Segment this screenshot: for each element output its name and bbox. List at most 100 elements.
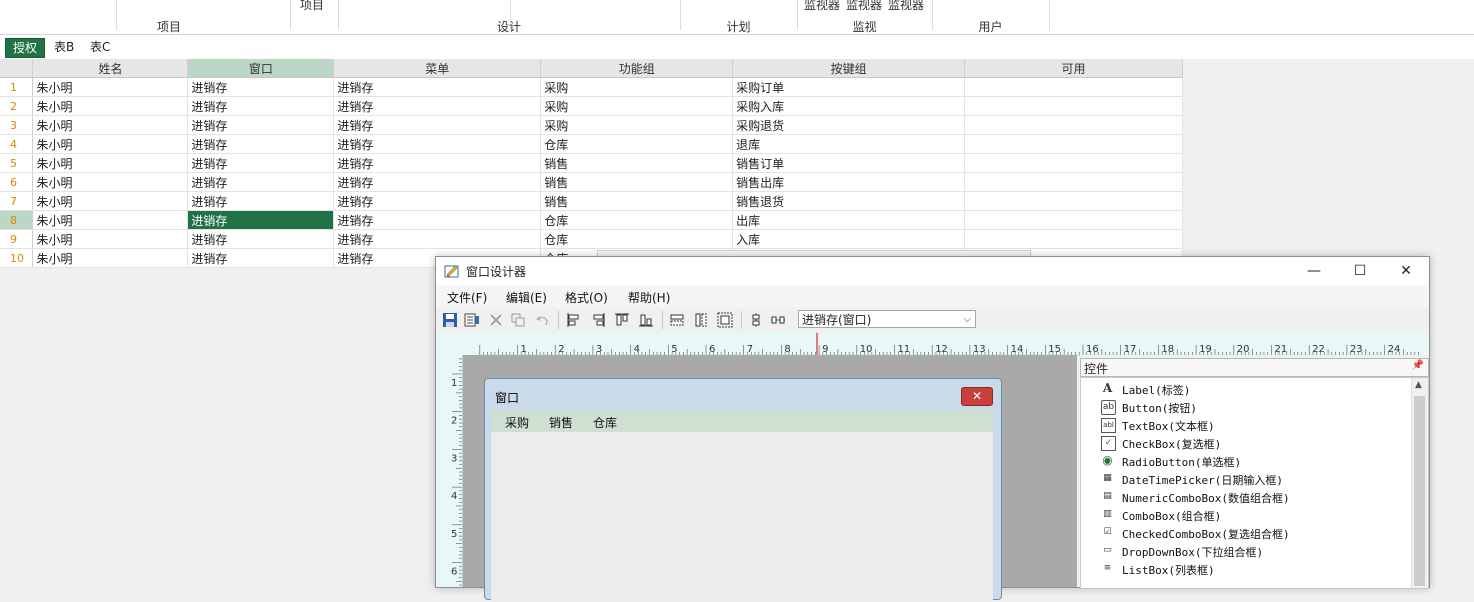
- table-cell[interactable]: 朱小明: [32, 134, 189, 154]
- maximize-icon[interactable]: ☐: [1337, 257, 1383, 285]
- center-horizontal-icon[interactable]: [770, 312, 786, 328]
- table-cell[interactable]: 采购: [540, 96, 734, 116]
- table-cell[interactable]: 进销存: [333, 210, 542, 230]
- scroll-thumb[interactable]: [1414, 396, 1425, 586]
- table-cell[interactable]: 进销存: [333, 77, 542, 97]
- row-number[interactable]: 1: [0, 77, 34, 97]
- table-cell[interactable]: 进销存: [187, 96, 335, 116]
- table-cell[interactable]: 朱小明: [32, 115, 189, 135]
- table-cell[interactable]: 销售订单: [732, 153, 966, 173]
- table-cell[interactable]: 出库: [732, 210, 966, 230]
- ribbon-item-monitor[interactable]: 监视器: [804, 0, 840, 13]
- table-cell[interactable]: 朱小明: [32, 77, 189, 97]
- toolbox-scrollbar[interactable]: ▲: [1411, 378, 1428, 588]
- table-cell[interactable]: [964, 96, 1183, 116]
- active-cell[interactable]: 进销存: [187, 210, 335, 230]
- row-number[interactable]: 7: [0, 191, 34, 211]
- sheet-tab-b[interactable]: 表B: [47, 38, 81, 56]
- column-header[interactable]: 功能组: [540, 59, 734, 78]
- copy-icon[interactable]: [510, 312, 526, 328]
- row-number[interactable]: 4: [0, 134, 34, 154]
- table-cell[interactable]: 销售: [540, 191, 734, 211]
- table-cell[interactable]: 朱小明: [32, 191, 189, 211]
- undo-icon[interactable]: [534, 312, 550, 328]
- ribbon-item-monitor[interactable]: 监视器: [888, 0, 924, 13]
- table-cell[interactable]: 朱小明: [32, 172, 189, 192]
- close-icon[interactable]: ✕: [1383, 257, 1429, 285]
- table-cell[interactable]: 进销存: [187, 191, 335, 211]
- table-cell[interactable]: [964, 153, 1183, 173]
- pin-icon[interactable]: 📌: [1412, 360, 1424, 371]
- same-width-icon[interactable]: [669, 312, 685, 328]
- table-cell[interactable]: 进销存: [187, 172, 335, 192]
- table-cell[interactable]: 朱小明: [32, 229, 189, 249]
- table-cell[interactable]: 采购入库: [732, 96, 966, 116]
- sheet-tab-auth[interactable]: 授权: [5, 38, 46, 58]
- sheet-tab-c[interactable]: 表C: [83, 38, 117, 56]
- column-header[interactable]: 菜单: [333, 59, 542, 78]
- table-cell[interactable]: 销售退货: [732, 191, 966, 211]
- table-cell[interactable]: 采购订单: [732, 77, 966, 97]
- table-cell[interactable]: 进销存: [187, 248, 335, 268]
- form-menu-item[interactable]: 销售: [549, 414, 573, 431]
- align-left-icon[interactable]: [566, 312, 582, 328]
- table-cell[interactable]: 进销存: [333, 229, 542, 249]
- table-cell[interactable]: [964, 77, 1183, 97]
- table-cell[interactable]: 朱小明: [32, 210, 189, 230]
- table-cell[interactable]: 进销存: [187, 134, 335, 154]
- table-cell[interactable]: 进销存: [187, 229, 335, 249]
- menu-help[interactable]: 帮助(H): [628, 289, 670, 306]
- form-body[interactable]: [491, 432, 993, 602]
- scroll-up-icon[interactable]: ▲: [1415, 380, 1422, 390]
- table-cell[interactable]: 销售出库: [732, 172, 966, 192]
- form-preview[interactable]: 窗口 ✕ 采购 销售 仓库: [484, 378, 1002, 602]
- menu-file[interactable]: 文件(F): [447, 289, 487, 306]
- table-cell[interactable]: 采购退货: [732, 115, 966, 135]
- align-top-icon[interactable]: [614, 312, 630, 328]
- align-bottom-icon[interactable]: [638, 312, 654, 328]
- ribbon-item-project[interactable]: 项目: [300, 0, 324, 13]
- row-number[interactable]: 10: [0, 248, 34, 268]
- table-cell[interactable]: 进销存: [187, 153, 335, 173]
- table-cell[interactable]: [964, 229, 1183, 249]
- table-cell[interactable]: 朱小明: [32, 153, 189, 173]
- row-number[interactable]: 2: [0, 96, 34, 116]
- column-header[interactable]: 可用: [964, 59, 1183, 78]
- save-icon[interactable]: [442, 312, 458, 328]
- minimize-icon[interactable]: —: [1291, 257, 1337, 285]
- table-cell[interactable]: 销售: [540, 153, 734, 173]
- table-cell[interactable]: 进销存: [333, 153, 542, 173]
- align-right-icon[interactable]: [590, 312, 606, 328]
- menu-edit[interactable]: 编辑(E): [506, 289, 547, 306]
- center-vertical-icon[interactable]: [748, 312, 764, 328]
- table-cell[interactable]: 仓库: [540, 134, 734, 154]
- title-bar[interactable]: 窗口设计器 — ☐ ✕: [436, 257, 1429, 285]
- ribbon-item-monitor[interactable]: 监视器: [846, 0, 882, 13]
- form-menu-item[interactable]: 仓库: [593, 414, 617, 431]
- delete-icon[interactable]: [488, 312, 504, 328]
- table-cell[interactable]: 进销存: [333, 172, 542, 192]
- menu-format[interactable]: 格式(O): [565, 289, 608, 306]
- table-cell[interactable]: 进销存: [333, 115, 542, 135]
- same-height-icon[interactable]: [693, 312, 709, 328]
- table-cell[interactable]: 仓库: [540, 210, 734, 230]
- row-number[interactable]: 3: [0, 115, 34, 135]
- form-close-icon[interactable]: ✕: [961, 387, 993, 406]
- same-size-icon[interactable]: [717, 312, 733, 328]
- table-cell[interactable]: 销售: [540, 172, 734, 192]
- row-number[interactable]: 6: [0, 172, 34, 192]
- properties-icon[interactable]: [464, 312, 480, 328]
- table-cell[interactable]: 采购: [540, 115, 734, 135]
- column-header[interactable]: 姓名: [32, 59, 189, 78]
- column-header-selected[interactable]: 窗口: [187, 59, 335, 78]
- table-cell[interactable]: 退库: [732, 134, 966, 154]
- table-cell[interactable]: 采购: [540, 77, 734, 97]
- form-menu-item[interactable]: 采购: [505, 414, 529, 431]
- table-cell[interactable]: [964, 115, 1183, 135]
- table-cell[interactable]: 进销存: [333, 134, 542, 154]
- column-header[interactable]: 按键组: [732, 59, 966, 78]
- corner-cell[interactable]: [0, 59, 34, 78]
- table-cell[interactable]: 仓库: [540, 229, 734, 249]
- table-cell[interactable]: 进销存: [333, 191, 542, 211]
- row-number[interactable]: 8: [0, 210, 34, 230]
